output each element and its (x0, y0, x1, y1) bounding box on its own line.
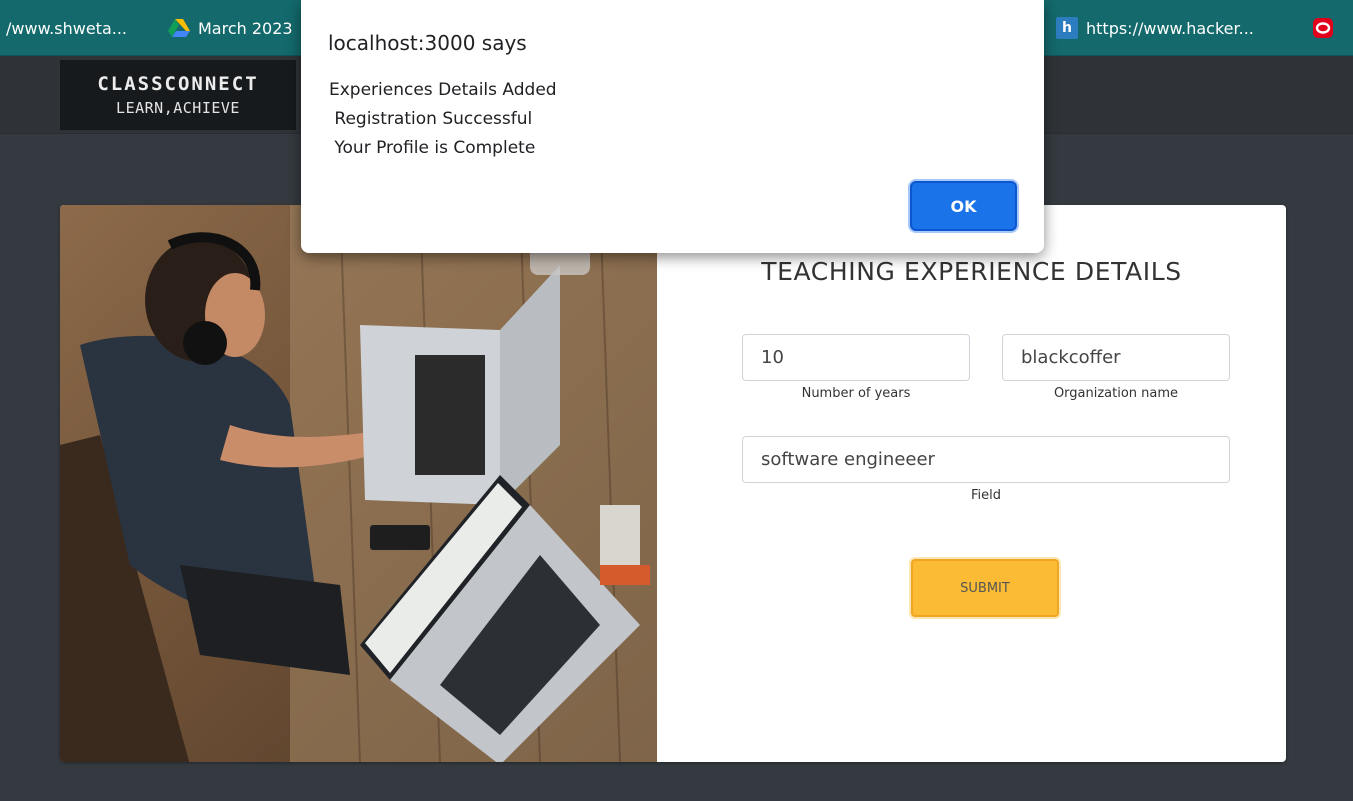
bookmark-item[interactable]: March 2023 (168, 16, 293, 40)
bookmark-label: March 2023 (198, 18, 293, 38)
brand-logo[interactable]: CLASSCONNECT LEARN,ACHIEVE (60, 60, 296, 130)
brand-tagline: LEARN,ACHIEVE (116, 99, 240, 117)
bookmark-item[interactable]: /www.shweta... (6, 16, 127, 40)
opera-icon (1313, 18, 1333, 38)
experience-card: TEACHING EXPERIENCE DETAILS Number of ye… (60, 205, 1286, 762)
bookmark-label: /www.shweta... (6, 18, 128, 38)
dialog-message: Experiences Details Added Registration S… (329, 80, 557, 158)
organization-input[interactable] (1002, 334, 1230, 381)
submit-button[interactable]: SUBMIT (911, 559, 1059, 617)
hackerrank-icon: h (1056, 17, 1078, 39)
hero-photo (60, 205, 657, 762)
experience-form: TEACHING EXPERIENCE DETAILS Number of ye… (657, 205, 1286, 762)
years-input[interactable] (742, 334, 970, 381)
form-title: TEACHING EXPERIENCE DETAILS (761, 257, 1182, 286)
bookmark-label: https://www.hacker... (1086, 18, 1254, 38)
organization-label: Organization name (1053, 386, 1179, 401)
brand-title: CLASSCONNECT (97, 73, 259, 95)
dialog-title: localhost:3000 says (328, 31, 527, 55)
alert-dialog: localhost:3000 says Experiences Details … (301, 0, 1044, 253)
ok-button[interactable]: OK (910, 181, 1017, 231)
bookmark-item[interactable]: h https://www.hacker... (1056, 16, 1254, 40)
years-label: Number of years (801, 386, 911, 401)
google-drive-icon (168, 19, 190, 37)
field-label: Field (970, 488, 1001, 503)
bookmark-item[interactable] (1312, 16, 1334, 40)
field-input[interactable] (742, 436, 1230, 483)
